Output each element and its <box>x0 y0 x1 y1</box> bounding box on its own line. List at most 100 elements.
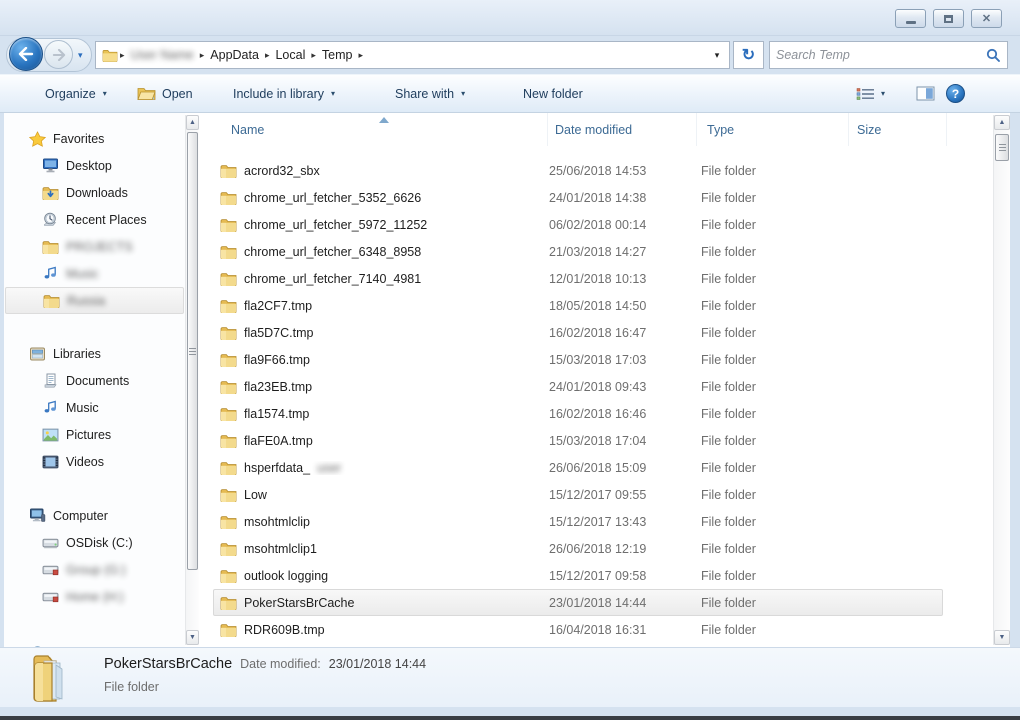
close-icon: ✕ <box>982 12 991 25</box>
selected-folder-icon <box>26 651 82 708</box>
file-row[interactable]: hsperfdata_user 26/06/2018 15:09 File fo… <box>213 454 943 481</box>
recent-pages-dropdown[interactable]: ▾ <box>78 50 83 61</box>
file-row[interactable]: outlook logging 15/12/2017 09:58 File fo… <box>213 562 943 589</box>
sidebar-section-network[interactable]: Network <box>4 640 185 647</box>
search-input[interactable] <box>776 48 986 62</box>
sidebar-section-libraries[interactable]: Libraries <box>4 340 185 367</box>
file-row[interactable]: PokerStarsBrCache 23/01/2018 14:44 File … <box>213 589 943 616</box>
address-history-dropdown[interactable]: ▾ <box>707 50 727 61</box>
sidebar-item-osdisk-c-[interactable]: OSDisk (C:) <box>4 529 185 556</box>
file-row[interactable]: msohtmlclip1 26/06/2018 12:19 File folde… <box>213 535 943 562</box>
share-with-button[interactable]: Share with ▾ <box>395 75 465 112</box>
list-scrollbar[interactable]: ▲ ▼ <box>993 115 1010 645</box>
refresh-button[interactable]: ↻ <box>733 41 764 69</box>
file-row[interactable]: fla23EB.tmp 24/01/2018 09:43 File folder <box>213 373 943 400</box>
sidebar-item-desktop[interactable]: Desktop <box>4 152 185 179</box>
organize-label: Organize <box>45 87 96 101</box>
file-rows: acrord32_sbx 25/06/2018 14:53 File folde… <box>213 157 979 643</box>
folder-icon <box>220 191 237 205</box>
details-name: PokerStarsBrCache <box>104 656 232 672</box>
sidebar-item-group-g-[interactable]: Group (G:) <box>4 556 185 583</box>
folder-icon <box>220 461 237 475</box>
minimize-button[interactable] <box>895 9 926 28</box>
title-bar[interactable]: ✕ <box>0 0 1020 36</box>
close-button[interactable]: ✕ <box>971 9 1002 28</box>
file-name: outlook logging <box>244 569 328 583</box>
minimize-icon <box>906 21 916 24</box>
back-button[interactable] <box>9 37 43 71</box>
sidebar-item-music[interactable]: Music <box>4 394 185 421</box>
column-header-type[interactable]: Type <box>696 113 848 146</box>
file-row[interactable]: flaFE0A.tmp 15/03/2018 17:04 File folder <box>213 427 943 454</box>
sidebar-item-label: Computer <box>53 509 108 523</box>
breadcrumb-temp[interactable]: Temp <box>318 48 357 62</box>
open-button[interactable]: Open <box>137 75 193 112</box>
sidebar-item-recent-places[interactable]: Recent Places <box>4 206 185 233</box>
chevron-down-icon: ▾ <box>103 89 107 98</box>
change-view-button[interactable]: ▾ <box>856 75 885 112</box>
file-row[interactable]: acrord32_sbx 25/06/2018 14:53 File folde… <box>213 157 943 184</box>
breadcrumb-appdata[interactable]: AppData <box>206 48 263 62</box>
sidebar-item-label: PROJECTS <box>66 240 133 254</box>
sidebar-item-documents[interactable]: Documents <box>4 367 185 394</box>
sidebar-item-label: Desktop <box>66 159 112 173</box>
sidebar-scrollbar[interactable]: ▲ ▼ <box>185 115 199 645</box>
include-label: Include in library <box>233 87 324 101</box>
scroll-down-button[interactable]: ▼ <box>994 630 1010 645</box>
file-row[interactable]: RDR609B.tmp 16/04/2018 16:31 File folder <box>213 616 943 643</box>
help-button[interactable]: ? <box>946 75 965 112</box>
scrollbar-thumb[interactable] <box>187 132 198 570</box>
scroll-down-button[interactable]: ▼ <box>186 630 199 645</box>
scrollbar-thumb[interactable] <box>995 134 1009 161</box>
preview-pane-button[interactable] <box>916 75 935 112</box>
file-date-modified: 21/03/2018 14:27 <box>549 245 701 259</box>
file-row[interactable]: chrome_url_fetcher_5352_6626 24/01/2018 … <box>213 184 943 211</box>
chevron-down-icon: ▾ <box>461 89 465 98</box>
file-type: File folder <box>701 272 851 286</box>
folder-icon <box>220 272 237 286</box>
column-header-size[interactable]: Size <box>848 113 946 146</box>
sidebar-item-home-h-[interactable]: Home (H:) <box>4 583 185 610</box>
file-row[interactable]: chrome_url_fetcher_7140_4981 12/01/2018 … <box>213 265 943 292</box>
forward-arrow-icon <box>52 49 66 61</box>
sidebar-section-favorites[interactable]: Favorites <box>4 125 185 152</box>
sidebar-item-russia[interactable]: Russia <box>5 287 184 314</box>
sidebar-item-label: OSDisk (C:) <box>66 536 133 550</box>
file-type: File folder <box>701 488 851 502</box>
search-box[interactable] <box>769 41 1008 69</box>
sidebar-item-downloads[interactable]: Downloads <box>4 179 185 206</box>
file-date-modified: 25/06/2018 14:53 <box>549 164 701 178</box>
maximize-button[interactable] <box>933 9 964 28</box>
file-row[interactable]: chrome_url_fetcher_6348_8958 21/03/2018 … <box>213 238 943 265</box>
scroll-up-button[interactable]: ▲ <box>186 115 199 130</box>
forward-button[interactable] <box>44 40 73 69</box>
scroll-up-button[interactable]: ▲ <box>994 115 1010 130</box>
file-row[interactable]: chrome_url_fetcher_5972_11252 06/02/2018… <box>213 211 943 238</box>
videos-icon <box>42 455 59 469</box>
sidebar-item-projects[interactable]: PROJECTS <box>4 233 185 260</box>
search-icon[interactable] <box>986 48 1001 63</box>
sidebar: Favorites Desktop Downloads Recent Place… <box>4 113 185 647</box>
breadcrumb-local[interactable]: Local <box>271 48 309 62</box>
folder-icon <box>220 299 237 313</box>
file-row[interactable]: fla9F66.tmp 15/03/2018 17:03 File folder <box>213 346 943 373</box>
sidebar-item-pictures[interactable]: Pictures <box>4 421 185 448</box>
include-in-library-button[interactable]: Include in library ▾ <box>233 75 335 112</box>
column-header-date-modified[interactable]: Date modified <box>547 113 696 146</box>
file-row[interactable]: fla2CF7.tmp 18/05/2018 14:50 File folder <box>213 292 943 319</box>
file-type: File folder <box>701 218 851 232</box>
breadcrumb-user[interactable]: User Name <box>127 48 198 62</box>
sidebar-item-music[interactable]: Music <box>4 260 185 287</box>
sidebar-section-computer[interactable]: Computer <box>4 502 185 529</box>
sidebar-item-videos[interactable]: Videos <box>4 448 185 475</box>
file-row[interactable]: Low 15/12/2017 09:55 File folder <box>213 481 943 508</box>
new-folder-button[interactable]: New folder <box>523 75 583 112</box>
file-row[interactable]: msohtmlclip 15/12/2017 13:43 File folder <box>213 508 943 535</box>
address-bar[interactable]: ▸ User Name ▸ AppData ▸ Local ▸ Temp ▸ ▾ <box>95 41 730 69</box>
file-row[interactable]: fla5D7C.tmp 16/02/2018 16:47 File folder <box>213 319 943 346</box>
refresh-icon: ↻ <box>742 45 755 65</box>
file-row[interactable]: fla1574.tmp 16/02/2018 16:46 File folder <box>213 400 943 427</box>
file-type: File folder <box>701 191 851 205</box>
content-area: Favorites Desktop Downloads Recent Place… <box>4 113 1010 647</box>
organize-button[interactable]: Organize ▾ <box>45 75 107 112</box>
